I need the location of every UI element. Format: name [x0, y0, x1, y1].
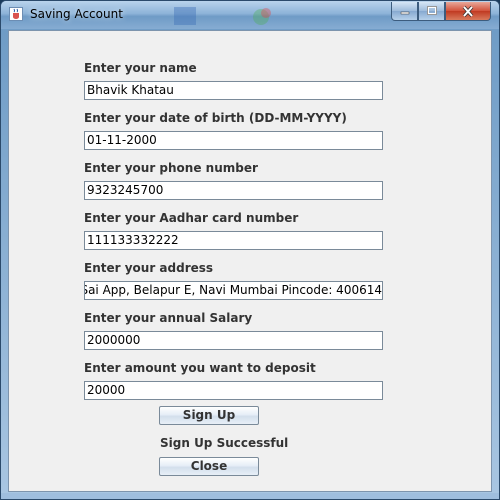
form-panel: Enter your name Bhavik Khatau Enter your…: [8, 30, 492, 492]
signup-button[interactable]: Sign Up: [159, 406, 259, 425]
name-field[interactable]: Bhavik Khatau: [84, 81, 383, 100]
deposit-field[interactable]: 20000: [84, 381, 383, 400]
address-label: Enter your address: [84, 261, 214, 275]
close-icon: [462, 5, 474, 17]
close-button[interactable]: Close: [159, 457, 259, 476]
window-title: Saving Account: [30, 7, 123, 21]
address-value: Om Sai App, Belapur E, Navi Mumbai Pinco…: [84, 283, 382, 297]
window-bottom-border: [1, 493, 499, 499]
minimize-icon: [400, 11, 409, 15]
dob-field[interactable]: 01-11-2000: [84, 131, 383, 150]
maximize-icon: [426, 6, 437, 15]
java-cup-icon[interactable]: [9, 7, 23, 21]
maximize-button[interactable]: [418, 2, 445, 21]
minimize-button[interactable]: [391, 2, 418, 21]
aadhar-field[interactable]: 111133332222: [84, 231, 383, 250]
deposit-label: Enter amount you want to deposit: [84, 361, 316, 375]
saving-account-window: Saving Account Enter your name Bhavik Kh…: [0, 0, 500, 500]
status-message: Sign Up Successful: [160, 436, 289, 450]
close-window-button[interactable]: [445, 2, 491, 21]
aadhar-label: Enter your Aadhar card number: [84, 211, 299, 225]
salary-label: Enter your annual Salary: [84, 311, 253, 325]
phone-label: Enter your phone number: [84, 161, 258, 175]
title-bar[interactable]: Saving Account: [1, 1, 499, 29]
desktop-glass-reflection: [174, 7, 271, 25]
name-label: Enter your name: [84, 61, 197, 75]
dob-label: Enter your date of birth (DD-MM-YYYY): [84, 111, 347, 125]
salary-field[interactable]: 2000000: [84, 331, 383, 350]
phone-field[interactable]: 9323245700: [84, 181, 383, 200]
address-field[interactable]: Om Sai App, Belapur E, Navi Mumbai Pinco…: [84, 281, 383, 300]
